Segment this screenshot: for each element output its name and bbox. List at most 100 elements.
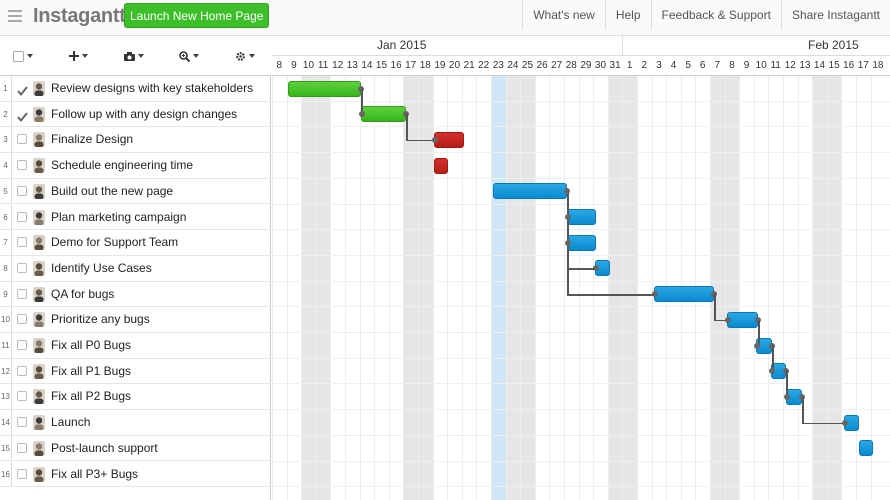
day-header: 8 9 10 11 12 13 14 15 16 17 18 19 20 21 22 23 24 25 26 27 28… xyxy=(272,56,890,76)
checkmark-icon[interactable] xyxy=(17,109,28,122)
task-bar[interactable] xyxy=(727,311,758,328)
task-checkbox[interactable] xyxy=(17,442,27,453)
task-checkbox[interactable] xyxy=(17,391,27,402)
assignee-avatar-icon[interactable] xyxy=(33,338,45,353)
task-checkbox[interactable] xyxy=(17,340,27,350)
nav-feedback-support[interactable]: Feedback & Support xyxy=(650,0,781,30)
task-bar[interactable] xyxy=(493,183,567,200)
checkmark-icon[interactable] xyxy=(17,83,28,97)
task-row[interactable]: 16 Fix all P3+ Bugs xyxy=(0,461,271,488)
day-label: 5 xyxy=(685,60,691,71)
task-row[interactable]: 13 Fix all P2 Bugs xyxy=(0,384,271,411)
task-row[interactable]: 11 Fix all P0 Bugs xyxy=(0,333,271,359)
task-checkbox[interactable] xyxy=(17,417,27,428)
zoom-icon[interactable] xyxy=(179,48,199,64)
task-row[interactable]: 14 Launch xyxy=(0,410,271,436)
task-checkbox[interactable] xyxy=(17,314,27,325)
assignee-avatar-icon[interactable] xyxy=(33,260,45,276)
task-checkbox[interactable] xyxy=(17,237,27,248)
assignee-avatar-icon[interactable] xyxy=(33,106,45,122)
dependency-handle[interactable] xyxy=(725,316,731,323)
task-row[interactable]: 15 Post-launch support xyxy=(0,435,271,462)
assignee-avatar-icon[interactable] xyxy=(33,440,45,456)
gear-icon[interactable] xyxy=(235,48,255,64)
task-row[interactable]: 8 Identify Use Cases xyxy=(0,255,271,282)
task-name[interactable]: Finalize Design xyxy=(51,127,133,152)
task-row[interactable]: 12 Fix all P1 Bugs xyxy=(0,358,271,385)
task-row[interactable]: 6 Plan marketing campaign xyxy=(0,204,271,231)
task-row[interactable]: 3 Finalize Design xyxy=(0,127,271,154)
task-name[interactable]: Fix all P0 Bugs xyxy=(51,333,131,358)
task-name[interactable]: Schedule engineering time xyxy=(51,153,193,178)
task-name[interactable]: Review designs with key stakeholders xyxy=(51,76,253,101)
camera-icon[interactable] xyxy=(124,48,144,64)
assignee-avatar-icon[interactable] xyxy=(33,312,45,328)
task-name[interactable]: Fix all P2 Bugs xyxy=(51,384,131,409)
task-name[interactable]: Fix all P1 Bugs xyxy=(51,359,131,384)
task-name[interactable]: Fix all P3+ Bugs xyxy=(51,462,138,487)
day-column xyxy=(826,76,842,500)
task-row[interactable]: 4 Schedule engineering time xyxy=(0,153,271,179)
assignee-avatar-icon[interactable] xyxy=(33,81,45,96)
task-name[interactable]: Build out the new page xyxy=(51,179,173,204)
task-bar[interactable] xyxy=(361,106,406,123)
task-checkbox[interactable] xyxy=(17,288,27,299)
task-checkbox[interactable] xyxy=(17,185,27,196)
task-name[interactable]: Launch xyxy=(51,410,90,435)
select-all-icon[interactable] xyxy=(13,48,33,64)
menu-icon[interactable] xyxy=(8,10,22,22)
assignee-avatar-icon[interactable] xyxy=(33,415,45,431)
task-name[interactable]: Demo for Support Team xyxy=(51,230,178,255)
assignee-avatar-icon[interactable] xyxy=(33,209,45,225)
task-checkbox[interactable] xyxy=(17,211,27,222)
task-checkbox[interactable] xyxy=(17,134,27,145)
row-number: 10 xyxy=(0,307,12,332)
task-checkbox[interactable] xyxy=(17,262,27,273)
task-checkbox[interactable] xyxy=(17,160,27,171)
assignee-avatar-icon[interactable] xyxy=(33,132,45,148)
dependency-handle[interactable] xyxy=(565,239,571,246)
day-column xyxy=(476,76,491,500)
task-bar[interactable] xyxy=(567,209,596,225)
task-name[interactable]: QA for bugs xyxy=(51,282,114,307)
task-checkbox[interactable] xyxy=(17,365,27,376)
assignee-avatar-icon[interactable] xyxy=(33,466,45,482)
plus-icon[interactable] xyxy=(69,48,88,64)
nav-help[interactable]: Help xyxy=(604,0,651,30)
task-name[interactable]: Prioritize any bugs xyxy=(51,307,150,332)
task-bar[interactable] xyxy=(434,131,464,148)
task-row[interactable]: 10 Prioritize any bugs xyxy=(0,307,271,333)
task-name[interactable]: Follow up with any design changes xyxy=(51,102,237,127)
dependency-handle[interactable] xyxy=(784,393,790,400)
dependency-handle[interactable] xyxy=(754,342,760,349)
assignee-avatar-icon[interactable] xyxy=(33,286,45,302)
task-checkbox[interactable] xyxy=(17,468,27,479)
task-bar[interactable] xyxy=(567,234,596,251)
task-name[interactable]: Post-launch support xyxy=(51,436,158,461)
assignee-avatar-icon[interactable] xyxy=(33,389,45,405)
task-name[interactable]: Identify Use Cases xyxy=(51,256,152,281)
dependency-handle[interactable] xyxy=(842,419,848,426)
nav-whats-new[interactable]: What's new xyxy=(522,0,605,30)
row-number: 7 xyxy=(0,230,12,255)
nav-share[interactable]: Share Instagantt xyxy=(780,0,890,30)
assignee-avatar-icon[interactable] xyxy=(33,363,45,379)
assignee-avatar-icon[interactable] xyxy=(33,158,45,174)
task-bar[interactable] xyxy=(434,157,448,174)
task-bar[interactable] xyxy=(288,80,361,97)
dependency-handle[interactable] xyxy=(432,136,438,143)
day-column xyxy=(841,76,856,500)
task-bar[interactable] xyxy=(654,286,714,303)
task-bar[interactable] xyxy=(859,440,873,457)
task-row[interactable]: 9 QA for bugs xyxy=(0,281,271,308)
task-row[interactable]: 2 Follow up with any design changes xyxy=(0,101,271,128)
assignee-avatar-icon[interactable] xyxy=(33,183,45,199)
task-row[interactable]: 5 Build out the new page xyxy=(0,178,271,205)
assignee-avatar-icon[interactable] xyxy=(33,235,45,251)
dependency-handle[interactable] xyxy=(565,214,571,220)
task-row[interactable]: 7 Demo for Support Team xyxy=(0,230,271,256)
task-name[interactable]: Plan marketing campaign xyxy=(51,205,186,230)
project-title-button[interactable]: Launch New Home Page xyxy=(124,3,270,28)
day-label: 21 xyxy=(463,60,475,71)
task-row[interactable]: 1 Review designs with key stakeholders xyxy=(0,76,271,102)
